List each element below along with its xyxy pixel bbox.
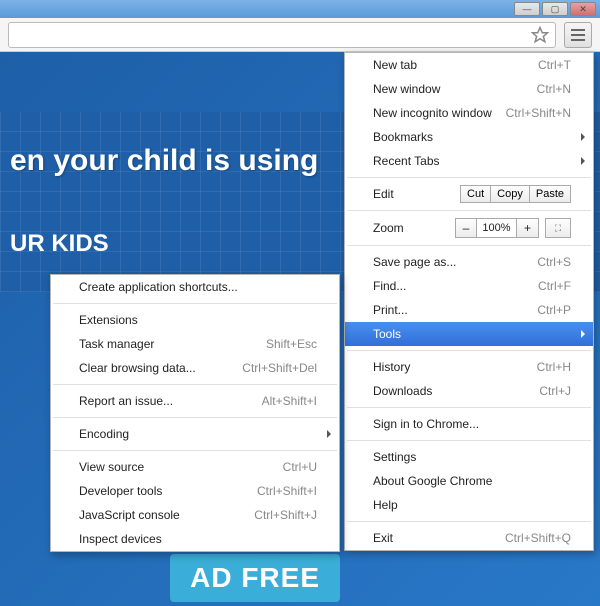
menu-find[interactable]: Find...Ctrl+F: [345, 274, 593, 298]
page-subheadline: UR KIDS: [10, 230, 109, 258]
menu-signin[interactable]: Sign in to Chrome...: [345, 412, 593, 436]
menu-separator: [347, 177, 591, 178]
menu-downloads[interactable]: DownloadsCtrl+J: [345, 379, 593, 403]
menu-clear-data[interactable]: Clear browsing data...Ctrl+Shift+Del: [51, 356, 339, 380]
chevron-right-icon: [581, 330, 585, 338]
menu-dev-tools[interactable]: Developer toolsCtrl+Shift+I: [51, 479, 339, 503]
menu-exit[interactable]: ExitCtrl+Shift+Q: [345, 526, 593, 550]
download-button[interactable]: AD FREE: [170, 554, 340, 602]
menu-create-shortcuts[interactable]: Create application shortcuts...: [51, 275, 339, 299]
menu-separator: [347, 350, 591, 351]
menu-inspect-devices[interactable]: Inspect devices: [51, 527, 339, 551]
chevron-right-icon: [581, 133, 585, 141]
chrome-main-menu: New tabCtrl+T New windowCtrl+N New incog…: [344, 52, 594, 551]
tools-submenu: Create application shortcuts... Extensio…: [50, 274, 340, 552]
chrome-menu-button[interactable]: [564, 22, 592, 48]
menu-report-issue[interactable]: Report an issue...Alt+Shift+I: [51, 389, 339, 413]
close-button[interactable]: ✕: [570, 2, 596, 16]
menu-separator: [347, 440, 591, 441]
menu-print[interactable]: Print...Ctrl+P: [345, 298, 593, 322]
menu-separator: [347, 407, 591, 408]
menu-separator: [53, 303, 337, 304]
cut-button[interactable]: Cut: [460, 185, 491, 203]
menu-zoom-row: Zoom – 100% + ⛶: [345, 215, 593, 241]
menu-new-tab[interactable]: New tabCtrl+T: [345, 53, 593, 77]
page-headline: en your child is using: [10, 144, 318, 178]
zoom-out-button[interactable]: –: [455, 218, 477, 238]
menu-view-source[interactable]: View sourceCtrl+U: [51, 455, 339, 479]
bookmark-star-icon[interactable]: [531, 26, 549, 44]
copy-button[interactable]: Copy: [491, 185, 530, 203]
menu-history[interactable]: HistoryCtrl+H: [345, 355, 593, 379]
browser-toolbar: [0, 18, 600, 52]
maximize-button[interactable]: ▢: [542, 2, 568, 16]
menu-extensions[interactable]: Extensions: [51, 308, 339, 332]
menu-encoding[interactable]: Encoding: [51, 422, 339, 446]
omnibox[interactable]: [8, 22, 556, 48]
menu-separator: [53, 450, 337, 451]
menu-tools[interactable]: Tools: [345, 322, 593, 346]
minimize-button[interactable]: —: [514, 2, 540, 16]
menu-edit-label: Edit: [373, 187, 460, 201]
window-titlebar: — ▢ ✕: [0, 0, 600, 18]
chevron-right-icon: [327, 430, 331, 438]
paste-button[interactable]: Paste: [530, 185, 571, 203]
menu-edit-row: Edit Cut Copy Paste: [345, 182, 593, 206]
zoom-value: 100%: [477, 218, 517, 238]
menu-task-manager[interactable]: Task managerShift+Esc: [51, 332, 339, 356]
chevron-right-icon: [581, 157, 585, 165]
zoom-in-button[interactable]: +: [517, 218, 539, 238]
menu-settings[interactable]: Settings: [345, 445, 593, 469]
menu-separator: [347, 245, 591, 246]
fullscreen-button[interactable]: ⛶: [545, 218, 571, 238]
menu-js-console[interactable]: JavaScript consoleCtrl+Shift+J: [51, 503, 339, 527]
menu-new-window[interactable]: New windowCtrl+N: [345, 77, 593, 101]
menu-separator: [53, 384, 337, 385]
menu-new-incognito[interactable]: New incognito windowCtrl+Shift+N: [345, 101, 593, 125]
menu-zoom-label: Zoom: [373, 221, 455, 235]
menu-save-as[interactable]: Save page as...Ctrl+S: [345, 250, 593, 274]
menu-help[interactable]: Help: [345, 493, 593, 517]
menu-bookmarks[interactable]: Bookmarks: [345, 125, 593, 149]
menu-separator: [53, 417, 337, 418]
menu-about[interactable]: About Google Chrome: [345, 469, 593, 493]
menu-recent-tabs[interactable]: Recent Tabs: [345, 149, 593, 173]
menu-separator: [347, 521, 591, 522]
menu-separator: [347, 210, 591, 211]
